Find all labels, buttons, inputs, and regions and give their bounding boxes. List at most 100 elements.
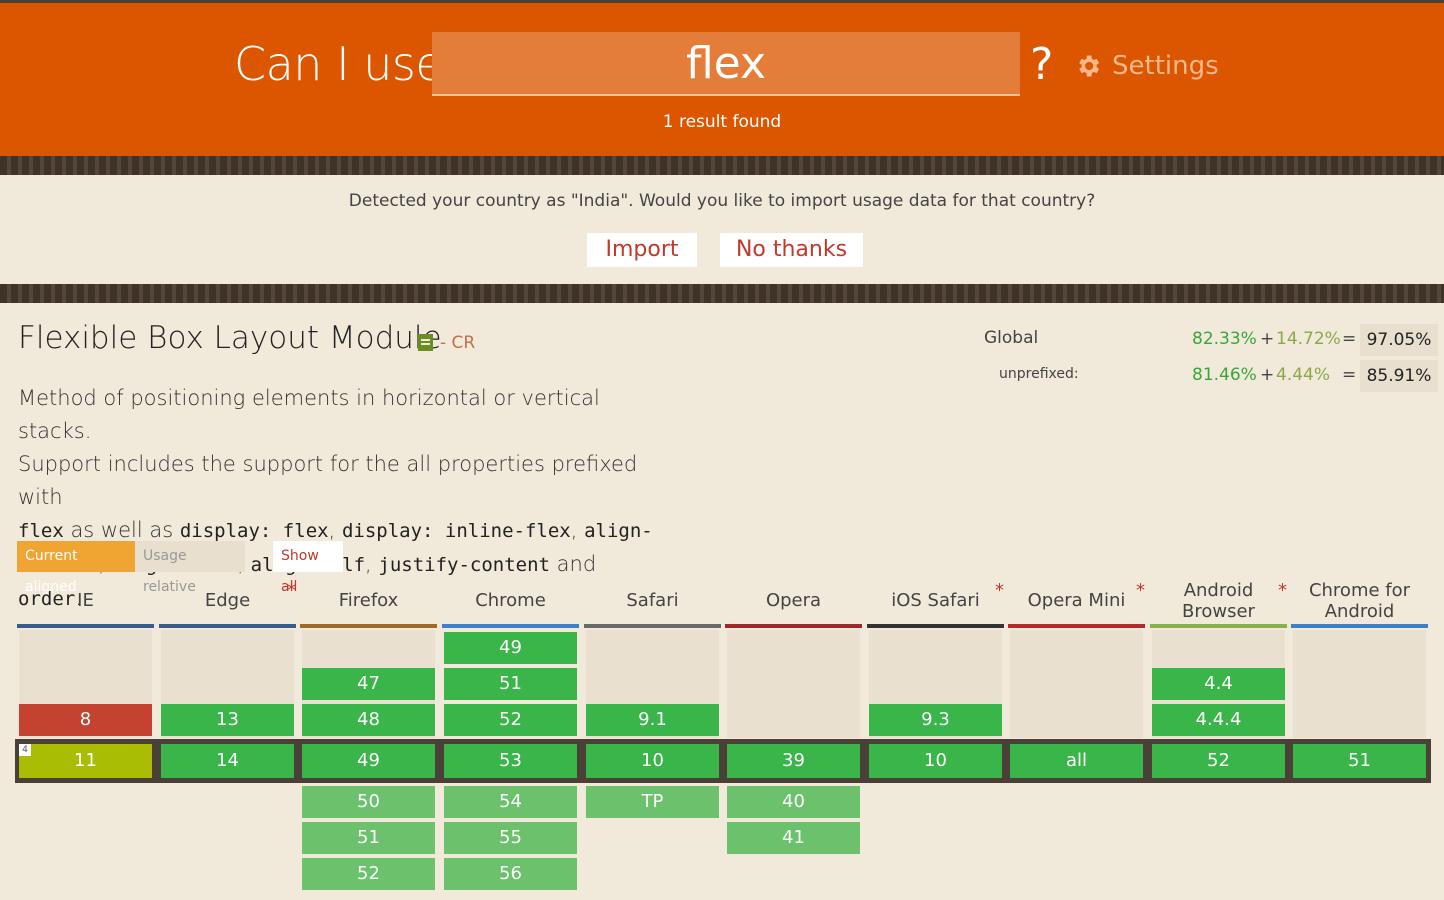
- settings-button[interactable]: Settings: [1074, 51, 1219, 81]
- stats-unprefixed-row: unprefixed: 81.46% + 4.44% = 85.91%: [984, 360, 1440, 392]
- version-cell-chrome[interactable]: 54: [444, 786, 577, 818]
- divider-stripe: [0, 156, 1444, 175]
- description-text: as well as: [63, 518, 180, 542]
- description-text: Method of positioning elements in horizo…: [18, 386, 600, 443]
- separator: ,: [365, 552, 379, 576]
- unprefixed-partial-support: 4.44%: [1276, 365, 1331, 385]
- version-cell-ios-safari-current[interactable]: 10: [869, 744, 1002, 778]
- plus-sign: +: [1260, 365, 1275, 385]
- version-cell-opera[interactable]: 41: [727, 822, 860, 854]
- version-cell-ie-current[interactable]: 11: [19, 744, 152, 778]
- global-label: Global: [984, 328, 1039, 348]
- version-cell-firefox[interactable]: 47: [302, 668, 435, 700]
- separator: ,: [328, 518, 342, 542]
- version-cell-chrome-current[interactable]: 53: [444, 744, 577, 778]
- version-cell-safari-current[interactable]: 10: [586, 744, 719, 778]
- version-cell-safari[interactable]: 9.1: [586, 704, 719, 736]
- separator: ,: [570, 518, 585, 542]
- browser-name: Edge: [204, 590, 251, 611]
- browser-color-bar: [300, 624, 437, 628]
- version-cell-safari[interactable]: TP: [586, 786, 719, 818]
- browser-note-star: *: [287, 580, 296, 601]
- browser-header-chrome-android[interactable]: Chrome for Android: [1291, 578, 1428, 628]
- version-cell-edge-current[interactable]: 14: [161, 744, 294, 778]
- plus-sign: +: [1260, 329, 1275, 349]
- version-column-bg: [1010, 630, 1143, 738]
- search-input[interactable]: [432, 32, 1020, 96]
- show-all-button[interactable]: Show all: [273, 541, 343, 595]
- version-column-bg: [1293, 630, 1426, 738]
- browser-header-opera[interactable]: Opera: [725, 578, 862, 628]
- browser-header-ie[interactable]: IE: [17, 578, 154, 628]
- feature-title[interactable]: Flexible Box Layout Module: [18, 320, 442, 356]
- browser-note-star: *: [1278, 580, 1287, 601]
- version-cell-ie[interactable]: 8: [19, 704, 152, 736]
- browser-name: Opera Mini: [1027, 590, 1126, 611]
- divider-stripe: [0, 284, 1444, 303]
- global-total: 97.05%: [1360, 324, 1438, 356]
- version-cell-firefox[interactable]: 51: [302, 822, 435, 854]
- version-cell-chrome[interactable]: 52: [444, 704, 577, 736]
- browser-color-bar: [1291, 624, 1428, 628]
- version-cell-android[interactable]: 4.4.4: [1152, 704, 1285, 736]
- version-cell-firefox[interactable]: 50: [302, 786, 435, 818]
- site-brand[interactable]: Can I use: [234, 37, 444, 91]
- gear-icon: [1079, 55, 1100, 77]
- browser-color-bar: [1150, 624, 1287, 628]
- browser-color-bar: [584, 624, 721, 628]
- version-cell-firefox[interactable]: 52: [302, 858, 435, 890]
- browser-header-safari[interactable]: Safari: [584, 578, 721, 628]
- browser-color-bar: [442, 624, 579, 628]
- browser-header-ios-safari[interactable]: iOS Safari *: [867, 578, 1004, 628]
- version-cell-edge[interactable]: 13: [161, 704, 294, 736]
- version-cell-chrome[interactable]: 49: [444, 632, 577, 664]
- version-cell-opera[interactable]: 40: [727, 786, 860, 818]
- browser-header-chrome[interactable]: Chrome: [442, 578, 579, 628]
- current-aligned-tab[interactable]: Current aligned: [17, 541, 135, 595]
- version-cell-android-current[interactable]: 52: [1152, 744, 1285, 778]
- spec-status[interactable]: - CR: [440, 333, 475, 353]
- version-cell-chrome[interactable]: 55: [444, 822, 577, 854]
- spec-document-icon[interactable]: [418, 334, 433, 351]
- browser-color-bar: [17, 624, 154, 628]
- browser-header-android-browser[interactable]: Android Browser *: [1150, 578, 1287, 628]
- browser-name: IE: [77, 590, 94, 611]
- code-snippet: display: flex: [179, 520, 329, 542]
- version-cell-ios-safari[interactable]: 9.3: [869, 704, 1002, 736]
- version-column-bg: [727, 630, 860, 738]
- version-cell-opera-current[interactable]: 39: [727, 744, 860, 778]
- browser-color-bar: [867, 624, 1004, 628]
- import-button[interactable]: Import: [587, 233, 697, 267]
- browser-note-star: *: [1136, 580, 1145, 601]
- browser-header-edge[interactable]: Edge *: [159, 578, 296, 628]
- version-cell-firefox[interactable]: 48: [302, 704, 435, 736]
- code-snippet: align-: [584, 520, 653, 542]
- results-count: 1 result found: [662, 112, 782, 132]
- browser-header-firefox[interactable]: Firefox: [300, 578, 437, 628]
- description-text: Support includes the support for the all…: [18, 452, 638, 509]
- browser-note-star: *: [995, 580, 1004, 601]
- version-cell-firefox-current[interactable]: 49: [302, 744, 435, 778]
- browser-name: Android Browser: [1182, 579, 1255, 622]
- version-cell-chrome[interactable]: 51: [444, 668, 577, 700]
- code-snippet: display: inline-flex: [341, 520, 571, 542]
- browser-name: Opera: [765, 590, 822, 611]
- browser-name: Chrome: [475, 590, 546, 611]
- unprefixed-full-support: 81.46%: [1192, 365, 1257, 385]
- browser-color-bar: [1008, 624, 1145, 628]
- browser-name: Safari: [626, 590, 679, 611]
- no-thanks-button[interactable]: No thanks: [720, 233, 863, 267]
- settings-label: Settings: [1112, 51, 1219, 81]
- note-badge[interactable]: 4: [19, 744, 31, 756]
- unprefixed-total: 85.91%: [1360, 360, 1438, 392]
- version-cell-chrome[interactable]: 56: [444, 858, 577, 890]
- version-cell-chrome-android-current[interactable]: 51: [1293, 744, 1426, 778]
- version-cell-opera-mini-current[interactable]: all: [1010, 744, 1143, 778]
- stats-global-row: Global 82.33% + 14.72% = 97.05%: [984, 324, 1440, 356]
- browser-header-opera-mini[interactable]: Opera Mini *: [1008, 578, 1145, 628]
- usage-relative-tab[interactable]: Usage relative: [135, 541, 245, 595]
- version-cell-android[interactable]: 4.4: [1152, 668, 1285, 700]
- code-snippet: flex: [18, 520, 64, 542]
- browser-name: iOS Safari: [891, 590, 980, 611]
- unprefixed-label: unprefixed:: [999, 366, 1079, 382]
